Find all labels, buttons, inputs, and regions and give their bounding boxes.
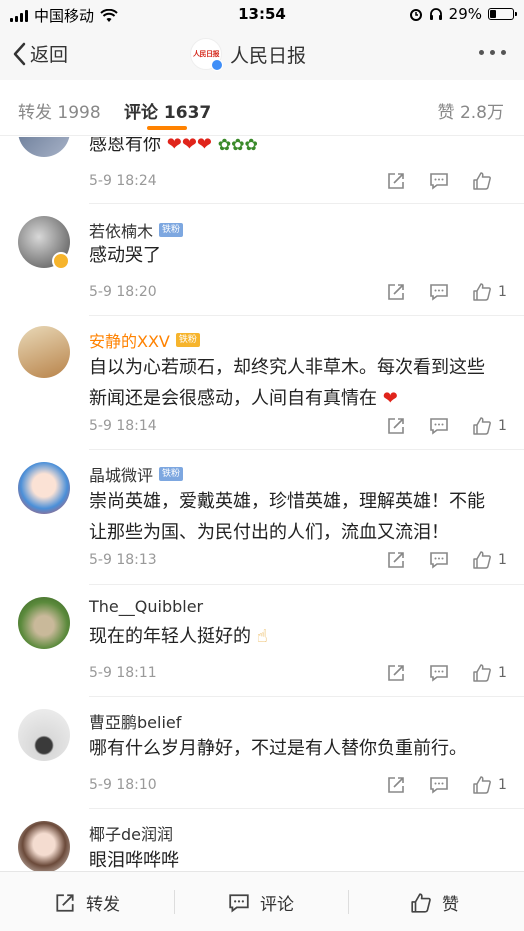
tab-bar: 转发 1998 评论 1637 赞 2.8万 bbox=[0, 80, 524, 136]
like-count: 1 bbox=[498, 284, 507, 300]
divider bbox=[348, 890, 349, 914]
comment-item: 曹亞鹏belief 哪有什么岁月静好，不过是有人替你负重前行。 5-9 18:1… bbox=[0, 697, 524, 809]
back-label: 返回 bbox=[30, 44, 69, 66]
commenter-name[interactable]: 椰子de润润 bbox=[89, 821, 173, 845]
thumbs-up-icon[interactable] bbox=[472, 550, 492, 570]
avatar[interactable] bbox=[18, 709, 70, 761]
reply-icon[interactable] bbox=[429, 171, 449, 191]
peoples-daily-logo[interactable]: 人民日报 bbox=[190, 38, 223, 71]
battery-icon bbox=[488, 8, 517, 20]
alarm-icon bbox=[409, 9, 422, 21]
comment-text: 感动哭了 bbox=[89, 245, 161, 266]
chevron-left-icon bbox=[13, 42, 26, 65]
thumbs-up-icon[interactable] bbox=[472, 171, 492, 191]
share-icon[interactable] bbox=[386, 663, 406, 683]
fan-badge: 铁粉 bbox=[175, 333, 200, 347]
thumbs-up-icon[interactable] bbox=[472, 416, 492, 436]
avatar[interactable] bbox=[18, 821, 70, 871]
commenter-name[interactable]: 安静的XXV bbox=[89, 328, 170, 352]
logo-text: 人民日报 bbox=[193, 49, 220, 58]
divider bbox=[174, 890, 175, 914]
like-count: 1 bbox=[498, 418, 507, 434]
comment-item: 安静的XXV 铁粉 自以为心若顽石，却终究人非草木。每次看到这些新闻还是会很感动… bbox=[0, 316, 524, 450]
avatar[interactable] bbox=[18, 597, 70, 649]
verified-badge-icon bbox=[52, 252, 70, 270]
share-icon[interactable] bbox=[386, 775, 406, 795]
tab-repost[interactable]: 转发 1998 bbox=[18, 98, 101, 123]
reply-icon[interactable] bbox=[429, 775, 449, 795]
share-icon[interactable] bbox=[386, 550, 406, 570]
bottom-action-bar: 转发 评论 赞 bbox=[0, 871, 524, 931]
tab-like[interactable]: 赞 2.8万 bbox=[438, 98, 504, 123]
comment-time: 5-9 18:13 bbox=[89, 552, 157, 568]
reply-icon[interactable] bbox=[429, 550, 449, 570]
comment-button[interactable]: 评论 bbox=[228, 890, 294, 915]
reply-icon[interactable] bbox=[429, 282, 449, 302]
comment-text: 崇尚英雄，爱戴英雄，珍惜英雄，理解英雄！不能让那些为国、为民付出的人们，流血又流… bbox=[89, 491, 485, 543]
thumbs-up-icon[interactable] bbox=[472, 663, 492, 683]
fan-badge: 铁粉 bbox=[159, 223, 184, 237]
reply-icon[interactable] bbox=[429, 416, 449, 436]
share-icon[interactable] bbox=[386, 416, 406, 436]
active-tab-indicator bbox=[147, 126, 187, 130]
share-icon bbox=[56, 893, 74, 912]
heart-icon: ❤❤❤ bbox=[166, 137, 212, 155]
repost-button[interactable]: 转发 bbox=[54, 890, 120, 915]
commenter-name[interactable]: 若依楠木 bbox=[89, 218, 153, 242]
heart-icon: ❤ bbox=[382, 388, 398, 409]
comment-time: 5-9 18:11 bbox=[89, 665, 157, 681]
comment-item: 晶城微评 铁粉 崇尚英雄，爱戴英雄，珍惜英雄，理解英雄！不能让那些为国、为民付出… bbox=[0, 450, 524, 585]
headphones-icon bbox=[429, 8, 442, 20]
comment-text: 眼泪哗哗哗 bbox=[89, 850, 179, 871]
comment-text: 哪有什么岁月静好，不过是有人替你负重前行。 bbox=[89, 738, 467, 759]
share-icon[interactable] bbox=[386, 171, 406, 191]
rose-icon: ✿✿✿ bbox=[217, 137, 258, 154]
comment-label: 评论 bbox=[260, 895, 294, 915]
comment-time: 5-9 18:10 bbox=[89, 777, 157, 793]
status-bar: 中国移动 13:54 29% bbox=[0, 0, 524, 28]
comment-time: 5-9 18:20 bbox=[89, 284, 157, 300]
comment-text: 感恩有你 bbox=[89, 137, 161, 155]
back-button[interactable]: 返回 bbox=[12, 40, 68, 67]
thumbs-up-icon bbox=[411, 892, 431, 913]
like-label: 赞 bbox=[442, 895, 459, 915]
thumbs-up-emoji-icon: ☝ bbox=[256, 626, 268, 647]
repost-label: 转发 bbox=[86, 895, 120, 915]
fan-badge: 铁粉 bbox=[159, 467, 184, 481]
like-count: 1 bbox=[498, 665, 507, 681]
verified-icon bbox=[211, 59, 223, 71]
commenter-name[interactable]: The__Quibbler bbox=[89, 597, 203, 616]
comment-list: 感恩有你 ❤❤❤ ✿✿✿ 5-9 18:24 若依楠木 铁粉 感动哭了 5-9 … bbox=[0, 137, 524, 871]
comment-text: 现在的年轻人挺好的 bbox=[89, 626, 251, 647]
battery-percent: 29% bbox=[448, 5, 482, 23]
thumbs-up-icon[interactable] bbox=[472, 282, 492, 302]
avatar[interactable] bbox=[18, 326, 70, 378]
comment-time: 5-9 18:14 bbox=[89, 418, 157, 434]
page-title: 人民日报 bbox=[230, 44, 307, 67]
like-count: 1 bbox=[498, 552, 507, 568]
like-button[interactable]: 赞 bbox=[410, 890, 459, 915]
avatar[interactable] bbox=[18, 462, 70, 514]
reply-icon[interactable] bbox=[429, 663, 449, 683]
thumbs-up-icon[interactable] bbox=[472, 775, 492, 795]
nav-bar: 返回 人民日报 人民日报 bbox=[0, 28, 524, 80]
commenter-name[interactable]: 晶城微评 bbox=[89, 462, 153, 486]
avatar[interactable] bbox=[18, 137, 70, 157]
comment-item: 椰子de润润 眼泪哗哗哗 bbox=[0, 809, 524, 871]
like-count: 1 bbox=[498, 777, 507, 793]
commenter-name[interactable]: 曹亞鹏belief bbox=[89, 709, 181, 733]
comment-time: 5-9 18:24 bbox=[89, 173, 157, 189]
more-options-icon[interactable] bbox=[479, 50, 506, 55]
comment-icon bbox=[229, 893, 249, 912]
comment-item: 若依楠木 铁粉 感动哭了 5-9 18:20 1 bbox=[0, 204, 524, 316]
share-icon[interactable] bbox=[386, 282, 406, 302]
comment-item: The__Quibbler 现在的年轻人挺好的 ☝ 5-9 18:11 1 bbox=[0, 585, 524, 697]
comment-text: 自以为心若顽石，却终究人非草木。每次看到这些新闻还是会很感动，人间自有真情在 bbox=[89, 357, 485, 409]
